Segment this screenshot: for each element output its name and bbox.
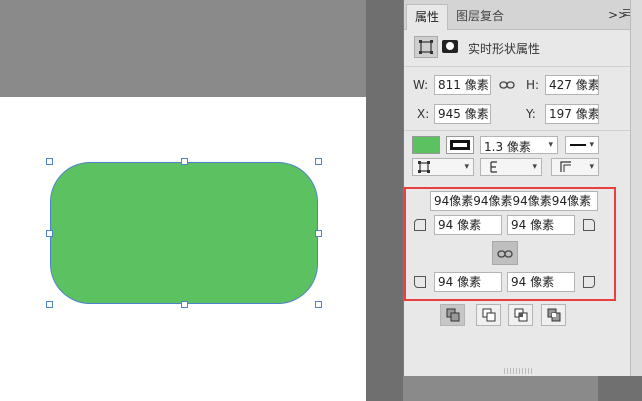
exclude-overlap-button[interactable] — [541, 304, 566, 326]
canvas-background — [0, 0, 366, 97]
transform-shape-icon[interactable] — [414, 36, 438, 58]
stroke-corners-icon — [560, 161, 571, 172]
fill-color-swatch[interactable] — [412, 136, 440, 154]
exclude-shape-icon — [547, 308, 561, 322]
width-input[interactable]: 811 像素 — [434, 75, 491, 95]
chevron-down-icon: ▾ — [464, 162, 469, 172]
highlight-box — [404, 187, 616, 301]
stroke-width-dropdown[interactable]: 1.3 像素 ▾ — [480, 136, 558, 154]
subtract-front-shape-button[interactable] — [476, 304, 501, 326]
y-input[interactable]: 197 像素 — [545, 104, 599, 124]
stroke-type-dropdown[interactable]: ▾ — [565, 136, 599, 154]
chevron-down-icon: ▾ — [589, 162, 594, 172]
stroke-caps-icon — [490, 161, 497, 173]
mask-icon[interactable] — [442, 40, 458, 53]
chevron-down-icon: ▾ — [589, 140, 594, 150]
solid-line-icon — [570, 144, 586, 146]
handle-bottom-left[interactable] — [46, 301, 53, 308]
handle-bottom-center[interactable] — [181, 301, 188, 308]
stroke-width-value: 1.3 像素 — [484, 140, 531, 154]
workspace-edge — [598, 376, 642, 401]
panel-tab-bar: 属性 图层复合 >> — [404, 0, 632, 30]
handle-top-left[interactable] — [46, 158, 53, 165]
canvas-gutter — [366, 0, 403, 401]
height-label: H: — [526, 78, 540, 92]
width-label: W: — [413, 78, 429, 92]
combine-shapes-button[interactable] — [440, 304, 465, 326]
rounded-rectangle-shape[interactable] — [50, 162, 318, 304]
tab-properties[interactable]: 属性 — [406, 4, 449, 30]
intersect-shape-icon — [514, 308, 528, 322]
x-input[interactable]: 945 像素 — [434, 104, 491, 124]
handle-top-right[interactable] — [315, 158, 322, 165]
handle-middle-left[interactable] — [46, 230, 53, 237]
stroke-color-swatch[interactable] — [446, 136, 474, 154]
divider — [404, 130, 632, 131]
tab-layer-comps[interactable]: 图层复合 — [448, 4, 512, 30]
combine-shapes-icon — [446, 308, 460, 322]
height-input[interactable]: 427 像素 — [545, 75, 599, 95]
y-label: Y: — [526, 107, 536, 121]
divider — [404, 66, 632, 67]
subtract-shape-icon — [482, 308, 496, 322]
x-label: X: — [417, 107, 430, 121]
intersect-shapes-button[interactable] — [508, 304, 533, 326]
handle-bottom-right[interactable] — [315, 301, 322, 308]
stroke-align-icon — [418, 161, 430, 173]
panel-scrollbar[interactable] — [630, 0, 642, 376]
handle-middle-right[interactable] — [315, 230, 322, 237]
stroke-align-dropdown[interactable]: ▾ — [412, 158, 474, 176]
chevron-down-icon: ▾ — [532, 162, 537, 172]
panel-resize-grip[interactable] — [504, 368, 534, 374]
stroke-caps-dropdown[interactable]: ▾ — [480, 158, 542, 176]
stroke-corners-dropdown[interactable]: ▾ — [551, 158, 599, 176]
chevron-down-icon: ▾ — [548, 140, 553, 150]
panel-kind-title: 实时形状属性 — [468, 42, 541, 56]
link-dimensions-icon[interactable] — [499, 80, 515, 90]
handle-top-center[interactable] — [181, 158, 188, 165]
